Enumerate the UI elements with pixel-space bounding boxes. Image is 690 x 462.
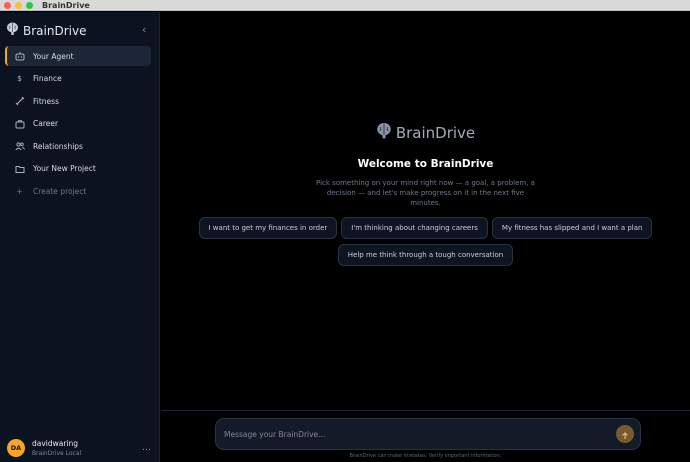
dumbbell-icon	[14, 96, 25, 107]
disclaimer: BrainDrive can make mistakes. Verify imp…	[349, 453, 502, 459]
sidebar-item-fitness[interactable]: Fitness	[5, 91, 151, 111]
sidebar-item-create-project[interactable]: + Create project	[5, 181, 151, 201]
sidebar-nav: Your Agent $ Finance Fitness Career Rela…	[5, 46, 151, 204]
suggestion-list: I want to get my finances in order I'm t…	[161, 217, 690, 266]
divider	[161, 410, 690, 411]
sidebar-item-label: Your Agent	[33, 51, 74, 61]
sidebar-brand-name: BrainDrive	[23, 23, 87, 38]
sidebar-item-relationships[interactable]: Relationships	[5, 136, 151, 156]
window-titlebar: BrainDrive	[0, 0, 690, 11]
brain-logo-icon	[6, 21, 19, 40]
brain-logo-icon	[376, 122, 392, 144]
message-input[interactable]	[216, 419, 616, 449]
sidebar-item-label: Your New Project	[33, 164, 96, 173]
maximize-window-icon[interactable]	[26, 1, 33, 9]
traffic-lights	[4, 1, 33, 9]
folder-icon	[14, 163, 25, 174]
page-title: Welcome to BrainDrive	[357, 158, 494, 170]
window-title: BrainDrive	[42, 0, 90, 10]
sidebar-item-label: Career	[33, 119, 59, 128]
users-icon	[14, 141, 25, 152]
briefcase-icon	[14, 118, 25, 129]
user-name: davidwaring	[32, 439, 79, 448]
user-subtitle: BrainDrive Local	[32, 450, 82, 457]
sidebar-item-label: Finance	[33, 74, 62, 83]
sidebar-item-label: Create project	[33, 186, 87, 196]
close-window-icon[interactable]	[4, 1, 11, 9]
avatar: DA	[7, 439, 25, 457]
collapse-sidebar-icon[interactable]: ‹	[142, 23, 146, 36]
sidebar-brand[interactable]: BrainDrive	[6, 21, 86, 40]
robot-icon	[14, 51, 25, 62]
suggestion-chip[interactable]: I'm thinking about changing careers	[341, 217, 488, 239]
message-composer	[215, 418, 641, 450]
sidebar-item-career[interactable]: Career	[5, 114, 151, 134]
sidebar-item-finance[interactable]: $ Finance	[5, 69, 151, 89]
main-content: BrainDrive Welcome to BrainDrive Pick so…	[161, 12, 690, 462]
user-profile[interactable]: DA davidwaring BrainDrive Local …	[7, 434, 153, 462]
sidebar-item-label: Relationships	[33, 141, 83, 151]
hero-brand: BrainDrive	[161, 122, 690, 144]
more-options-icon[interactable]: …	[142, 443, 151, 453]
send-button[interactable]	[616, 425, 634, 443]
minimize-window-icon[interactable]	[15, 1, 22, 9]
arrow-up-icon	[621, 425, 629, 444]
plus-icon: +	[16, 186, 23, 196]
sidebar-item-your-agent[interactable]: Your Agent	[5, 46, 151, 66]
suggestion-chip[interactable]: I want to get my finances in order	[198, 217, 338, 239]
sidebar-item-your-new-project[interactable]: Your New Project	[5, 159, 151, 179]
sidebar: BrainDrive ‹ Your Agent $ Finance Fitnes…	[0, 12, 160, 462]
suggestion-chip[interactable]: My fitness has slipped and I want a plan	[491, 217, 653, 239]
page-subtitle: Pick something on your mind right now — …	[316, 179, 535, 207]
dollar-icon: $	[17, 74, 22, 83]
hero-brand-name: BrainDrive	[395, 124, 476, 142]
suggestion-chip[interactable]: Help me think through a tough conversati…	[337, 244, 514, 266]
sidebar-item-label: Fitness	[33, 96, 59, 106]
